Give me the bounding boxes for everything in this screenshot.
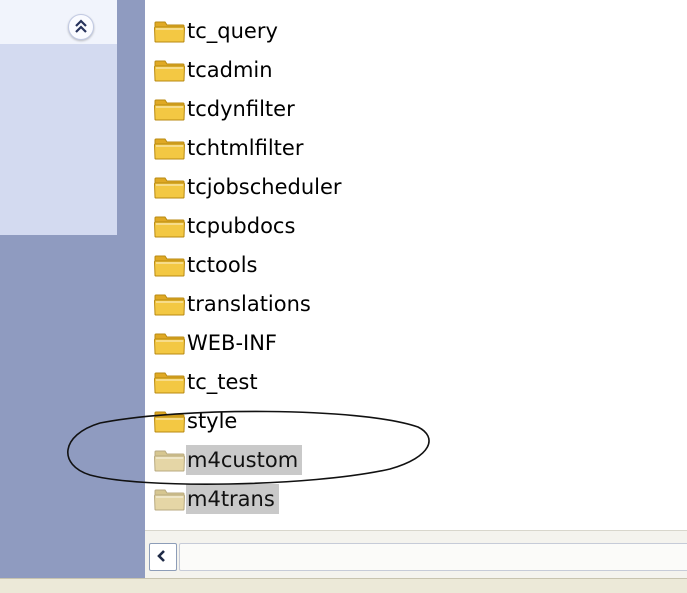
- folder-name: WEB-INF: [187, 331, 277, 355]
- chevron-left-icon: [157, 550, 165, 562]
- folder-name: tc_test: [187, 370, 258, 394]
- folder-name: translations: [187, 292, 311, 316]
- task-pane: [0, 0, 145, 578]
- annotation-ellipse: [67, 410, 430, 485]
- folder-item[interactable]: tc_test: [153, 367, 262, 397]
- folder-icon: [153, 99, 186, 121]
- task-panel-header[interactable]: [0, 0, 117, 44]
- double-chevron-up-icon: [75, 19, 87, 33]
- folder-item[interactable]: WEB-INF: [153, 328, 281, 358]
- task-panel: [0, 0, 117, 235]
- folder-name: tc_query: [187, 19, 278, 43]
- folder-name: tcpubdocs: [187, 214, 296, 238]
- scroll-left-button[interactable]: [149, 543, 177, 571]
- folder-item[interactable]: tchtmlfilter: [153, 133, 307, 163]
- folder-item[interactable]: tcdynfilter: [153, 94, 299, 124]
- folder-icon: [153, 60, 186, 82]
- horizontal-scrollbar[interactable]: [145, 530, 687, 579]
- folder-item[interactable]: tctools: [153, 250, 262, 280]
- folder-item[interactable]: translations: [153, 289, 315, 319]
- folder-icon: [153, 294, 186, 316]
- folder-name: tchtmlfilter: [187, 136, 304, 160]
- folder-item[interactable]: tcpubdocs: [153, 211, 299, 241]
- folder-icon: [153, 21, 186, 43]
- folder-name: tcadmin: [187, 58, 273, 82]
- folder-name: tcjobscheduler: [187, 175, 342, 199]
- folder-name: tcdynfilter: [187, 97, 295, 121]
- folder-icon: [153, 255, 186, 277]
- folder-icon: [153, 372, 186, 394]
- folder-icon: [153, 216, 186, 238]
- folder-icon: [153, 177, 186, 199]
- scroll-thumb[interactable]: [179, 543, 687, 571]
- folder-icon: [153, 333, 186, 355]
- folder-item[interactable]: tc_query: [153, 16, 282, 46]
- folder-item[interactable]: tcadmin: [153, 55, 277, 85]
- folder-name: tctools: [187, 253, 258, 277]
- folder-icon: [153, 138, 186, 160]
- status-bar: [0, 578, 687, 593]
- collapse-button[interactable]: [68, 14, 94, 40]
- folder-item[interactable]: tcjobscheduler: [153, 172, 346, 202]
